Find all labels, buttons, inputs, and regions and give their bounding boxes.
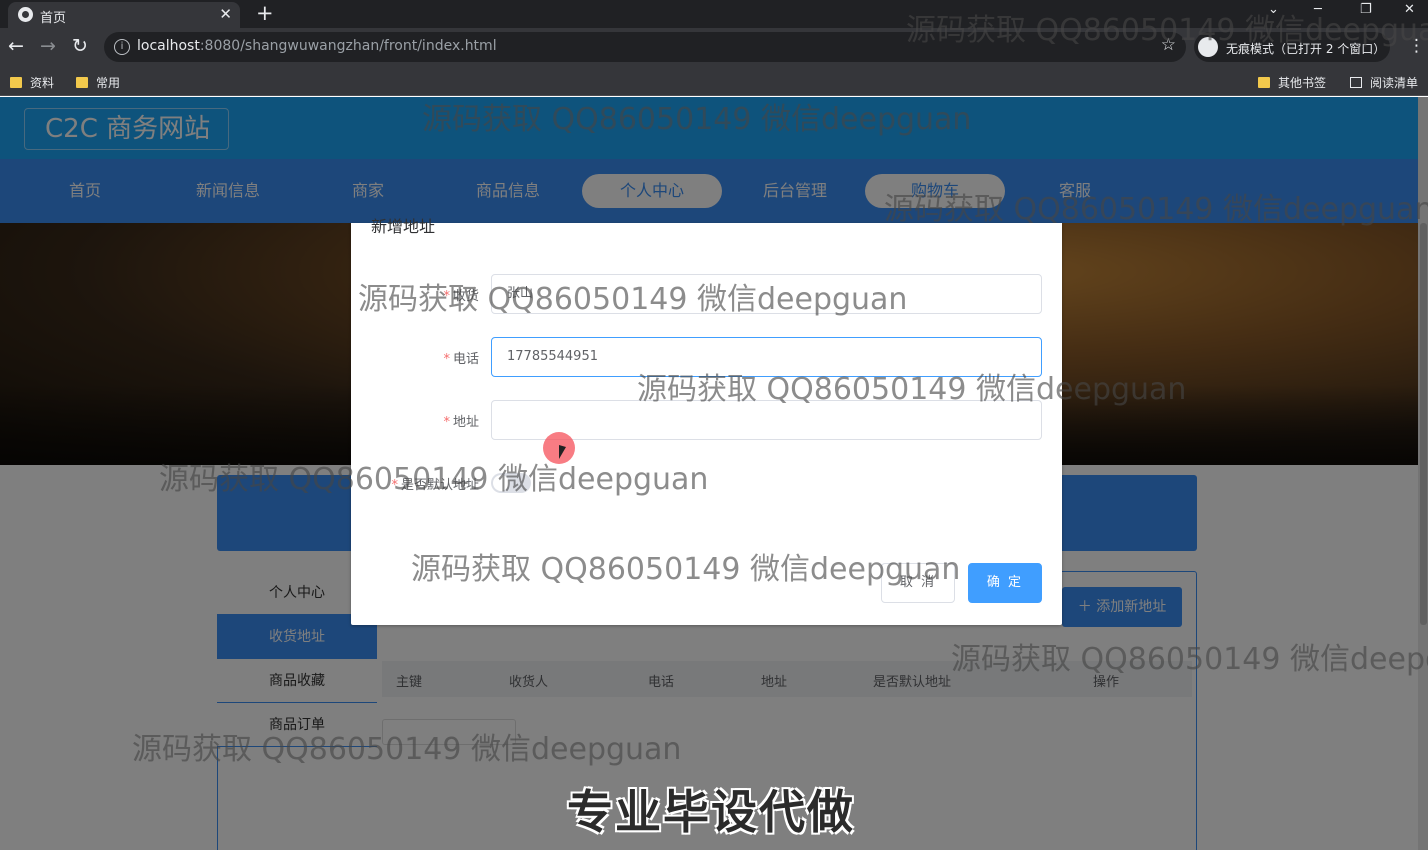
bookmark-folder[interactable]: 常用 — [76, 74, 120, 91]
bookmark-folder[interactable]: 其他书签 — [1258, 74, 1326, 91]
reading-list-icon — [1350, 77, 1362, 88]
promo-caption: 专业毕设代做 — [567, 785, 855, 839]
watermark: 源码获取 QQ86050149 微信deepguan — [637, 372, 1187, 407]
watermark: 源码获取 QQ86050149 微信deepguan — [159, 462, 709, 497]
url-text[interactable]: localhost:8080/shangwuwangzhan/front/ind… — [137, 38, 497, 54]
forward-icon[interactable]: → — [40, 36, 56, 56]
watermark: 源码获取 QQ86050149 微信deepguan — [132, 732, 682, 767]
watermark: 源码获取 QQ86050149 微信deepguan — [906, 13, 1428, 48]
address-label: * 地址 — [443, 415, 479, 430]
reading-list[interactable]: 阅读清单 — [1350, 74, 1418, 91]
watermark: 源码获取 QQ86050149 微信deepguan — [884, 192, 1428, 227]
folder-icon — [10, 77, 22, 88]
bookmark-folder[interactable]: 资料 — [10, 74, 54, 91]
dialog-title: 新增地址 — [371, 217, 436, 236]
tab-title: 首页 — [40, 11, 67, 26]
phone-label: * 电话 — [443, 352, 479, 367]
folder-icon — [1258, 77, 1270, 88]
reload-icon[interactable]: ↻ — [72, 36, 88, 56]
browser-tab[interactable]: 首页 ✕ — [8, 2, 240, 28]
watermark: 源码获取 QQ86050149 微信deepguan — [422, 102, 972, 137]
confirm-button[interactable]: 确 定 — [968, 563, 1042, 603]
back-icon[interactable]: ← — [8, 36, 24, 56]
watermark: 源码获取 QQ86050149 微信deepguan — [358, 282, 908, 317]
info-icon[interactable]: i — [114, 39, 130, 55]
globe-icon — [18, 7, 33, 22]
close-tab-icon[interactable]: ✕ — [219, 5, 232, 23]
watermark: 源码获取 QQ86050149 微信deepguan — [411, 552, 961, 587]
watermark: 源码获取 QQ86050149 微信deepguan — [951, 642, 1428, 677]
folder-icon — [76, 77, 88, 88]
bookmarks-bar: 资料 常用 其他书签 阅读清单 — [0, 66, 1428, 96]
new-tab-icon[interactable]: + — [256, 1, 274, 25]
